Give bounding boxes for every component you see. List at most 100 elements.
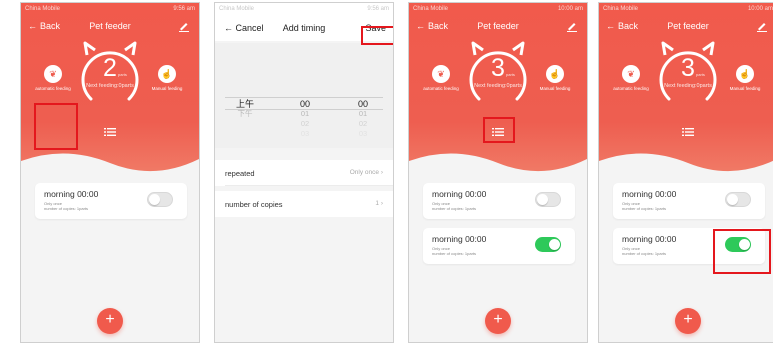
clock-text: 9:56 am — [173, 6, 195, 12]
paw-icon: ❦ — [432, 65, 450, 83]
automatic-feeding-button[interactable]: ❦ automatic feeding — [421, 65, 461, 91]
back-label: Back — [428, 21, 449, 31]
row-divider — [225, 185, 393, 186]
copies-unit: parts — [506, 72, 515, 77]
schedule-list-icon[interactable] — [104, 127, 116, 137]
chevron-right-icon: › — [380, 169, 383, 176]
next-feeding-text: Next feeding:0parts — [474, 83, 522, 89]
schedule-card[interactable]: morning 00:00 Only once number of copies… — [613, 183, 765, 219]
toggle-knob — [549, 239, 560, 250]
time-picker[interactable]: 上午 下午 00 01 02 03 00 01 02 03 — [215, 43, 393, 148]
copies-label: number of copies — [225, 200, 283, 209]
schedule-copies: number of copies: 1parts — [44, 206, 89, 211]
copies-count: 3 — [681, 54, 695, 82]
carrier-text: China Mobile — [25, 6, 61, 12]
automatic-feeding-label: automatic feeding — [613, 86, 649, 91]
copies-value: 1 › — [375, 200, 383, 207]
automatic-feeding-label: automatic feeding — [35, 86, 71, 91]
repeated-label: repeated — [225, 169, 255, 178]
schedule-copies: number of copies: 1parts — [432, 206, 477, 211]
status-bar: China Mobile 9:56 am — [21, 3, 199, 15]
schedule-toggle[interactable] — [535, 237, 561, 252]
schedule-copies: number of copies: 1parts — [432, 251, 477, 256]
hour-option: 01 — [300, 109, 310, 118]
next-feeding-text: Next feeding:0parts — [664, 83, 712, 89]
manual-feeding-button[interactable]: ☝ Manual feeding — [535, 65, 575, 91]
edit-icon[interactable] — [565, 19, 579, 33]
schedule-time: morning 00:00 — [622, 234, 677, 244]
screen-pet-feeder-3: China Mobile 10:00 am ← Back Pet feeder 3 … — [598, 2, 773, 343]
repeated-value: Only once › — [350, 169, 383, 176]
edit-icon[interactable] — [755, 19, 769, 33]
period-column[interactable]: 上午 下午 — [225, 99, 265, 119]
next-feeding-text: Next feeding:0parts — [86, 83, 134, 89]
schedule-toggle[interactable] — [725, 192, 751, 207]
schedule-toggle[interactable] — [535, 192, 561, 207]
feeding-dial: 2 parts Next feeding:0parts — [81, 41, 139, 105]
status-bar: China Mobile 10:00 am — [409, 3, 587, 15]
copies-unit: parts — [696, 72, 705, 77]
hand-tap-icon: ☝ — [158, 65, 176, 83]
manual-feeding-label: Manual feeding — [729, 86, 761, 91]
automatic-feeding-label: automatic feeding — [423, 86, 459, 91]
back-arrow-icon: ← — [416, 21, 425, 31]
copies-count: 3 — [491, 54, 505, 82]
minute-option: 02 — [358, 119, 368, 128]
add-schedule-button[interactable]: + — [675, 308, 701, 334]
back-button[interactable]: ← Back — [28, 21, 60, 31]
manual-feeding-button[interactable]: ☝ Manual feeding — [725, 65, 765, 91]
toggle-knob — [727, 194, 738, 205]
hand-tap-icon: ☝ — [546, 65, 564, 83]
status-bar: China Mobile 10:00 am — [599, 3, 773, 15]
screen-pet-feeder-1: China Mobile 9:56 am ← Back Pet feeder 2 p… — [20, 2, 200, 343]
add-schedule-button[interactable]: + — [97, 308, 123, 334]
back-button[interactable]: ← Back — [416, 21, 448, 31]
back-arrow-icon: ← — [606, 21, 615, 31]
edit-icon[interactable] — [177, 19, 191, 33]
manual-feeding-label: Manual feeding — [539, 86, 571, 91]
automatic-feeding-button[interactable]: ❦ automatic feeding — [33, 65, 73, 91]
back-label: Back — [618, 21, 639, 31]
schedule-list-icon[interactable] — [682, 127, 694, 137]
schedule-time: morning 00:00 — [622, 189, 677, 199]
carrier-text: China Mobile — [413, 6, 449, 12]
highlight-box — [483, 117, 515, 143]
repeated-row[interactable]: repeated Only once › — [215, 160, 393, 186]
hour-column[interactable]: 00 01 02 03 — [285, 99, 325, 139]
feeding-dial: 3 parts Next feeding:0parts — [469, 41, 527, 105]
automatic-feeding-button[interactable]: ❦ automatic feeding — [611, 65, 651, 91]
schedule-copies: number of copies: 1parts — [622, 206, 667, 211]
carrier-text: China Mobile — [603, 6, 639, 12]
schedule-card[interactable]: morning 00:00 Only once number of copies… — [423, 228, 575, 264]
back-button[interactable]: ← Back — [606, 21, 638, 31]
period-option: 下午 — [237, 109, 253, 118]
manual-feeding-button[interactable]: ☝ Manual feeding — [147, 65, 187, 91]
hour-selected: 00 — [299, 99, 310, 109]
manual-feeding-label: Manual feeding — [151, 86, 183, 91]
highlight-box — [34, 103, 78, 150]
schedule-copies: number of copies: 1parts — [622, 251, 667, 256]
back-label: Back — [40, 21, 61, 31]
schedule-toggle[interactable] — [147, 192, 173, 207]
add-schedule-button[interactable]: + — [485, 308, 511, 334]
hand-tap-icon: ☝ — [736, 65, 754, 83]
screen-add-timing: China Mobile 9:56 am ← Cancel Add timing … — [214, 2, 394, 343]
hour-option: 03 — [300, 129, 310, 138]
minute-column[interactable]: 00 01 02 03 — [343, 99, 383, 139]
highlight-box — [361, 26, 393, 45]
copies-row[interactable]: number of copies 1 › — [215, 191, 393, 217]
toggle-knob — [149, 194, 160, 205]
copies-value-text: 1 — [375, 200, 380, 207]
back-arrow-icon: ← — [28, 21, 37, 31]
schedule-time: morning 00:00 — [44, 189, 99, 199]
minute-selected: 00 — [357, 99, 368, 109]
repeated-value-text: Only once — [349, 169, 380, 176]
picker-line-top — [225, 97, 383, 98]
minute-option: 01 — [358, 109, 368, 118]
screen-pet-feeder-2: China Mobile 10:00 am ← Back Pet feeder 3 … — [408, 2, 588, 343]
clock-text: 10:00 am — [747, 6, 773, 12]
schedule-card[interactable]: morning 00:00 Only once number of copies… — [35, 183, 187, 219]
carrier-text: China Mobile — [219, 6, 255, 12]
schedule-card[interactable]: morning 00:00 Only once number of copies… — [423, 183, 575, 219]
period-selected: 上午 — [235, 99, 254, 109]
